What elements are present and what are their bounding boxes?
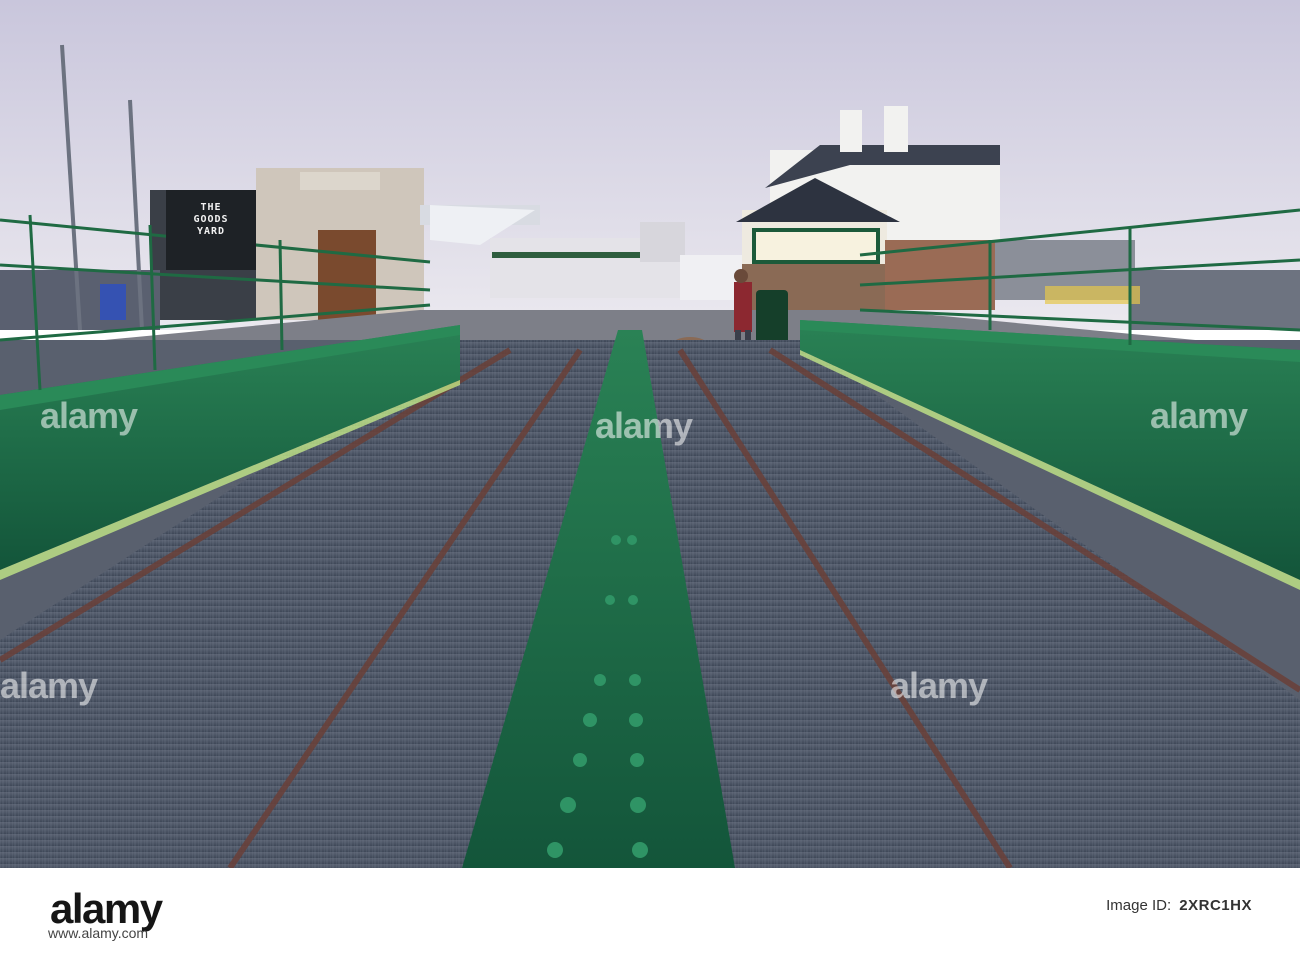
goods-yard-sign: THE GOODS YARD [166, 190, 256, 270]
watermark: alamy [595, 405, 693, 446]
watermark: alamy [1150, 395, 1248, 436]
sign-line: THE [200, 202, 222, 213]
litter-bin [756, 290, 788, 345]
sign-line: GOODS [193, 214, 229, 225]
watermark: alamy [0, 665, 98, 706]
footer-url: www.alamy.com [48, 925, 149, 941]
photograph: THE GOODS YARD alamy alamy alamy alamy a… [0, 0, 1300, 868]
image-id: Image ID: 2XRC1HX [1106, 897, 1252, 914]
image-id-label: Image ID: [1106, 897, 1172, 914]
watermark: alamy [890, 665, 988, 706]
watermark: alamy [40, 395, 138, 436]
stock-footer [0, 868, 1300, 956]
image-id-value: 2XRC1HX [1179, 897, 1252, 914]
sign-line: YARD [196, 226, 226, 237]
